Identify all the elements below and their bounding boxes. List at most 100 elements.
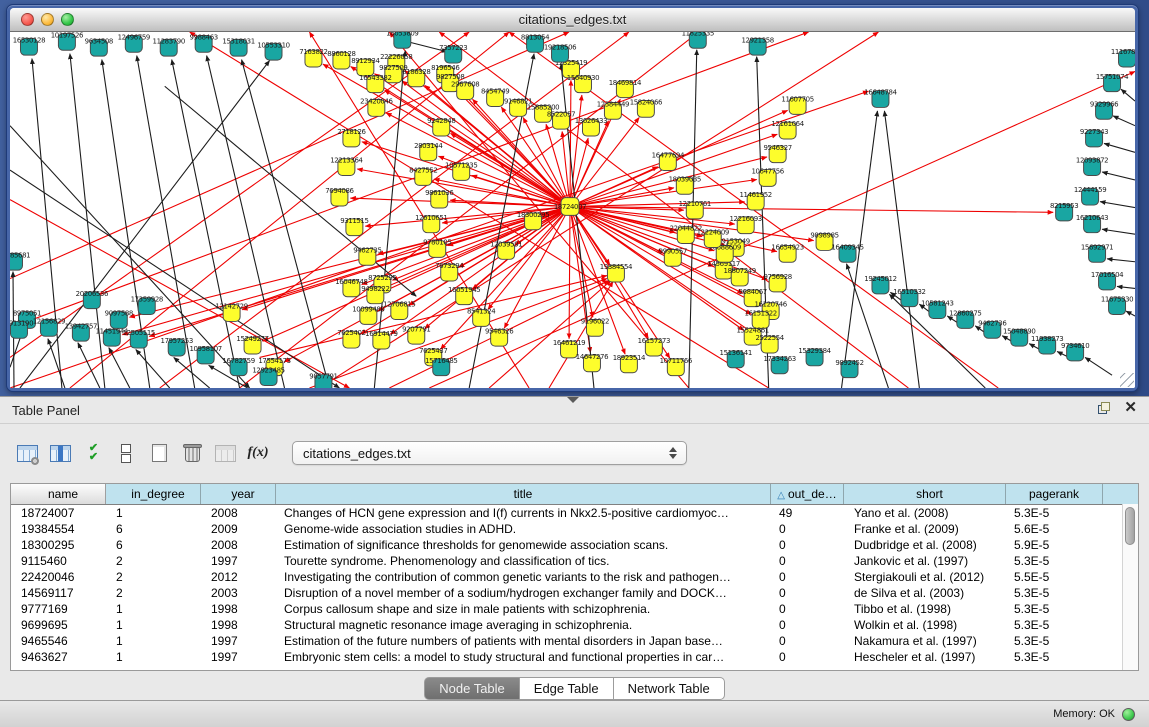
graph-node-label: 8215953 xyxy=(1050,202,1078,210)
graph-node-label: 9546326 xyxy=(485,327,513,335)
tab-edge-table[interactable]: Edge Table xyxy=(520,677,614,700)
graph-node-label: 15824066 xyxy=(630,99,662,107)
graph-edge xyxy=(48,339,65,388)
table-row[interactable]: 1938455462009Genome-wide association stu… xyxy=(11,521,1138,537)
graph-node-label: 15692971 xyxy=(1081,243,1113,251)
graph-node-label: 7357223 xyxy=(439,44,467,52)
table-row[interactable]: 1830029562008Estimation of significance … xyxy=(11,537,1138,553)
graph-edge xyxy=(386,113,570,207)
network-window-titlebar[interactable]: citations_edges.txt xyxy=(10,8,1135,32)
network-graph[interactable]: 7163822886012889129342222605898275091654… xyxy=(10,32,1135,388)
graph-node-label: 12384449 xyxy=(597,100,629,108)
graph-node-label: 9780105 xyxy=(423,239,451,247)
table-cell: 0 xyxy=(771,569,844,585)
table-row[interactable]: 1872400712008Changes of HCN gene express… xyxy=(11,505,1138,521)
graph-node-label: 12161064 xyxy=(771,120,804,128)
graph-node-label: 16151322 xyxy=(744,310,776,318)
table-selector-dropdown[interactable]: citations_edges.txt xyxy=(292,441,687,465)
graph-edge xyxy=(570,80,571,206)
column-header-year[interactable]: year xyxy=(201,484,276,504)
graph-edge xyxy=(1085,357,1112,375)
network-canvas[interactable]: 7163822886012889129342222605898275091654… xyxy=(10,32,1135,388)
node-table: namein_degreeyeartitle△out_de…shortpager… xyxy=(10,483,1139,671)
float-panel-icon[interactable] xyxy=(1098,402,1110,414)
table-cell: 5.9E-5 xyxy=(1006,537,1103,553)
column-header-title[interactable]: title xyxy=(276,484,771,504)
graph-node-label: 9097588 xyxy=(105,310,133,318)
column-header-short[interactable]: short xyxy=(844,484,1006,504)
table-cell: Nakamura et al. (1997) xyxy=(844,633,1006,649)
graph-node-label: 12706815 xyxy=(383,301,415,309)
table-settings-button[interactable] xyxy=(14,440,40,466)
row-height-button[interactable] xyxy=(113,440,139,466)
create-table-button[interactable] xyxy=(146,440,172,466)
table-cell: 2008 xyxy=(201,537,276,553)
tab-network-table[interactable]: Network Table xyxy=(614,677,725,700)
table-cell: Corpus callosum shape and size in male p… xyxy=(276,601,771,617)
graph-node-label: 16120746 xyxy=(754,301,786,309)
table-cell: 5.3E-5 xyxy=(1006,585,1103,601)
close-panel-icon[interactable]: ✕ xyxy=(1124,401,1137,415)
graph-node-label: 9227343 xyxy=(1080,128,1108,136)
column-header-in_degree[interactable]: in_degree xyxy=(106,484,201,504)
graph-node-label: 7163822 xyxy=(299,48,327,56)
function-icon: f(x) xyxy=(248,445,269,461)
graph-node-label: 9196022 xyxy=(581,317,609,325)
table-row[interactable]: 946554611997Estimation of the future num… xyxy=(11,633,1138,649)
graph-node-label: 16530128 xyxy=(13,36,45,44)
graph-node-label: 16543382 xyxy=(359,74,391,82)
graph-node-label: 15640930 xyxy=(567,74,599,82)
table-cell: 9115460 xyxy=(11,553,106,569)
graph-node-label: 9462736 xyxy=(978,319,1006,327)
graph-node-label: 12444159 xyxy=(1074,186,1106,194)
graph-node-label: 9756928 xyxy=(763,273,791,281)
column-header-out_de[interactable]: △out_de… xyxy=(771,484,844,504)
network-desktop: citations_edges.txt 71638228860128891293… xyxy=(0,0,1149,396)
table-row[interactable]: 1456911722003Disruption of a novel membe… xyxy=(11,585,1138,601)
table-cell: 1 xyxy=(106,617,201,633)
table-cell: 1997 xyxy=(201,633,276,649)
tab-node-table[interactable]: Node Table xyxy=(424,677,520,700)
graph-node-label: 16914479 xyxy=(365,330,397,338)
table-row[interactable]: 946362711997Embryonic stem cells: a mode… xyxy=(11,649,1138,665)
network-window[interactable]: citations_edges.txt 71638228860128891293… xyxy=(6,4,1139,392)
table-cell: 1 xyxy=(106,649,201,665)
graph-node-label: 12213364 xyxy=(330,157,363,165)
graph-node-label: 9827508 xyxy=(436,73,464,81)
graph-node-label: 10581243 xyxy=(921,300,953,308)
graph-node-label: 9990557 xyxy=(659,247,687,255)
graph-node-label: 9898985 xyxy=(810,232,838,240)
graph-node-label: 23420046 xyxy=(360,98,392,106)
function-builder-button[interactable]: f(x) xyxy=(245,440,271,466)
graph-node-label: 10647756 xyxy=(751,168,783,176)
table-row[interactable]: 911546021997Tourette syndrome. Phenomeno… xyxy=(11,553,1138,569)
table-row[interactable]: 2242004622012Investigating the contribut… xyxy=(11,569,1138,585)
graph-node-label: 18724007 xyxy=(554,203,586,211)
graph-node-label: 12216093 xyxy=(730,215,762,223)
table-scrollbar-thumb[interactable] xyxy=(1125,507,1135,545)
table-cell: 2 xyxy=(106,585,201,601)
graph-node-label: 10099489 xyxy=(352,306,384,314)
column-header-pagerank[interactable]: pagerank xyxy=(1006,484,1103,504)
select-rows-button[interactable]: ✔✔ xyxy=(80,440,106,466)
column-header-name[interactable]: name xyxy=(11,484,106,504)
graph-edge xyxy=(1100,202,1135,208)
window-resize-grip[interactable] xyxy=(1120,373,1134,387)
table-row[interactable]: 977716911998Corpus callosum shape and si… xyxy=(11,601,1138,617)
table-cell: Franke et al. (2009) xyxy=(844,521,1006,537)
table-cell: 0 xyxy=(771,617,844,633)
table-cell: Tibbo et al. (1998) xyxy=(844,601,1006,617)
memory-status-indicator[interactable] xyxy=(1122,708,1135,721)
table-scrollbar[interactable] xyxy=(1122,504,1138,670)
graph-node-label: 15249277 xyxy=(236,335,268,343)
table-row[interactable]: 969969511998Structural magnetic resonanc… xyxy=(11,617,1138,633)
delete-entries-button[interactable] xyxy=(179,440,205,466)
graph-node-label: 7694086 xyxy=(325,187,353,195)
table-cell: 14569117 xyxy=(11,585,106,601)
graph-node-label: 11283790 xyxy=(153,37,185,45)
graph-node-label: 19245012 xyxy=(864,275,896,283)
graph-edge xyxy=(1113,116,1135,126)
table-cell: 1 xyxy=(106,505,201,521)
table-cell: Genome-wide association studies in ADHD. xyxy=(276,521,771,537)
show-hide-columns-button[interactable] xyxy=(47,440,73,466)
